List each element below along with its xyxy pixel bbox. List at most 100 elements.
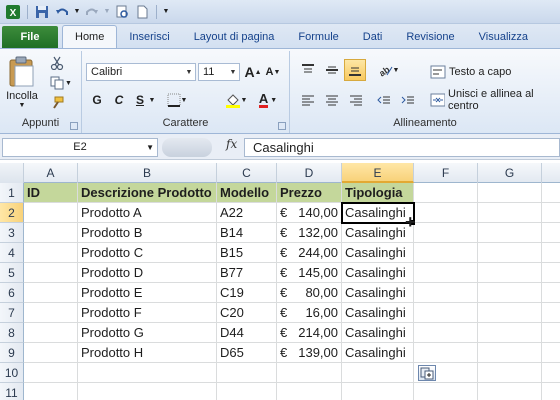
cell-model[interactable]: D44 — [217, 323, 277, 343]
cell[interactable] — [414, 263, 478, 283]
cell[interactable] — [478, 243, 542, 263]
undo-dropdown-icon[interactable]: ▼ — [73, 3, 81, 21]
cell-description[interactable]: Prodotto H — [78, 343, 217, 363]
cell[interactable] — [414, 183, 478, 203]
print-preview-icon[interactable] — [113, 3, 131, 21]
cell-price[interactable]: €244,00 — [277, 243, 342, 263]
align-right-icon[interactable] — [346, 91, 366, 109]
cell[interactable] — [414, 243, 478, 263]
cell-type[interactable]: Casalinghi — [342, 323, 414, 343]
row-header[interactable]: 5 — [0, 263, 24, 283]
cell[interactable] — [542, 323, 560, 343]
cell[interactable] — [542, 283, 560, 303]
tab-layout-di-pagina[interactable]: Layout di pagina — [182, 26, 287, 48]
row-header[interactable]: 2 — [0, 203, 24, 223]
tab-dati[interactable]: Dati — [351, 26, 395, 48]
column-header-a[interactable]: A — [24, 163, 78, 183]
row-header[interactable]: 3 — [0, 223, 24, 243]
row-header[interactable]: 9 — [0, 343, 24, 363]
formula-bar-resize-handle[interactable] — [162, 138, 212, 157]
cell[interactable] — [542, 203, 560, 223]
cell[interactable] — [478, 183, 542, 203]
cell-model[interactable]: B14 — [217, 223, 277, 243]
cell[interactable] — [542, 383, 560, 400]
merge-center-button[interactable]: Unisci e allinea al centro — [430, 88, 560, 112]
column-header-b[interactable]: B — [78, 163, 217, 183]
cell[interactable] — [414, 383, 478, 400]
underline-button[interactable]: S — [132, 91, 148, 109]
row-header[interactable]: 8 — [0, 323, 24, 343]
new-document-icon[interactable] — [133, 3, 151, 21]
cell-id[interactable] — [24, 283, 78, 303]
tab-file[interactable]: File — [2, 26, 58, 48]
cell[interactable] — [478, 263, 542, 283]
paste-options-icon[interactable] — [418, 365, 436, 381]
cell[interactable] — [217, 383, 277, 400]
name-box[interactable]: E2 ▼ — [2, 138, 158, 157]
formula-input[interactable]: Casalinghi — [244, 138, 560, 157]
select-all-button[interactable] — [0, 163, 24, 183]
redo-icon[interactable] — [83, 3, 101, 21]
tab-inserisci[interactable]: Inserisci — [117, 26, 181, 48]
insert-function-icon[interactable]: fx — [226, 137, 237, 151]
cell-id[interactable] — [24, 263, 78, 283]
cell-model[interactable]: A22 — [217, 203, 277, 223]
italic-button[interactable]: C — [110, 91, 128, 109]
cell[interactable] — [542, 223, 560, 243]
excel-logo-icon[interactable]: X — [4, 3, 22, 21]
column-header-d[interactable]: D — [277, 163, 342, 183]
cell[interactable] — [414, 203, 478, 223]
font-color-icon[interactable]: A ▼ — [254, 91, 282, 109]
cell[interactable] — [478, 343, 542, 363]
font-size-select[interactable]: 11 ▼ — [198, 63, 240, 81]
tab-home[interactable]: Home — [62, 25, 118, 48]
cell[interactable] — [414, 283, 478, 303]
align-left-icon[interactable] — [298, 91, 318, 109]
cell-description[interactable]: Prodotto D — [78, 263, 217, 283]
align-bottom-icon[interactable] — [344, 59, 366, 81]
shrink-font-icon[interactable]: A ▼ — [264, 63, 282, 81]
cell[interactable] — [478, 303, 542, 323]
header-cell-model[interactable]: Modello — [217, 183, 277, 203]
cell[interactable] — [478, 223, 542, 243]
align-top-icon[interactable] — [298, 61, 318, 79]
customize-toolbar-icon[interactable]: ▼ — [162, 3, 170, 21]
cell[interactable] — [342, 383, 414, 400]
cell-id[interactable] — [24, 303, 78, 323]
cell[interactable] — [414, 223, 478, 243]
cell[interactable] — [542, 243, 560, 263]
cell[interactable] — [78, 383, 217, 400]
cell-description[interactable]: Prodotto C — [78, 243, 217, 263]
cell-description[interactable]: Prodotto B — [78, 223, 217, 243]
borders-icon[interactable]: ▼ — [164, 91, 190, 109]
cell-id[interactable] — [24, 343, 78, 363]
cell[interactable] — [24, 363, 78, 383]
cell-type[interactable]: Casalinghi — [342, 283, 414, 303]
undo-icon[interactable] — [53, 3, 71, 21]
cell-model[interactable]: B77 — [217, 263, 277, 283]
cell-model[interactable]: D65 — [217, 343, 277, 363]
cell-id[interactable] — [24, 223, 78, 243]
column-header-c[interactable]: C — [217, 163, 277, 183]
cell-id[interactable] — [24, 323, 78, 343]
cell-model[interactable]: C19 — [217, 283, 277, 303]
align-center-icon[interactable] — [322, 91, 342, 109]
cell-price[interactable]: €214,00 — [277, 323, 342, 343]
cell[interactable] — [414, 303, 478, 323]
underline-dropdown-icon[interactable]: ▼ — [148, 91, 156, 109]
cell-model[interactable]: C20 — [217, 303, 277, 323]
cell[interactable] — [478, 383, 542, 400]
clipboard-launcher-icon[interactable] — [70, 122, 78, 130]
font-name-select[interactable]: Calibri ▼ — [86, 63, 196, 81]
header-cell-description[interactable]: Descrizione Prodotto — [78, 183, 217, 203]
row-header[interactable]: 6 — [0, 283, 24, 303]
cell[interactable] — [414, 343, 478, 363]
cell[interactable] — [217, 363, 277, 383]
cell[interactable] — [542, 363, 560, 383]
column-header-g[interactable]: G — [478, 163, 542, 183]
cell[interactable] — [342, 363, 414, 383]
copy-icon[interactable]: ▼ — [48, 75, 74, 91]
cell-type[interactable]: Casalinghi — [342, 303, 414, 323]
bold-button[interactable]: G — [88, 91, 106, 109]
wrap-text-button[interactable]: Testo a capo — [430, 63, 560, 81]
